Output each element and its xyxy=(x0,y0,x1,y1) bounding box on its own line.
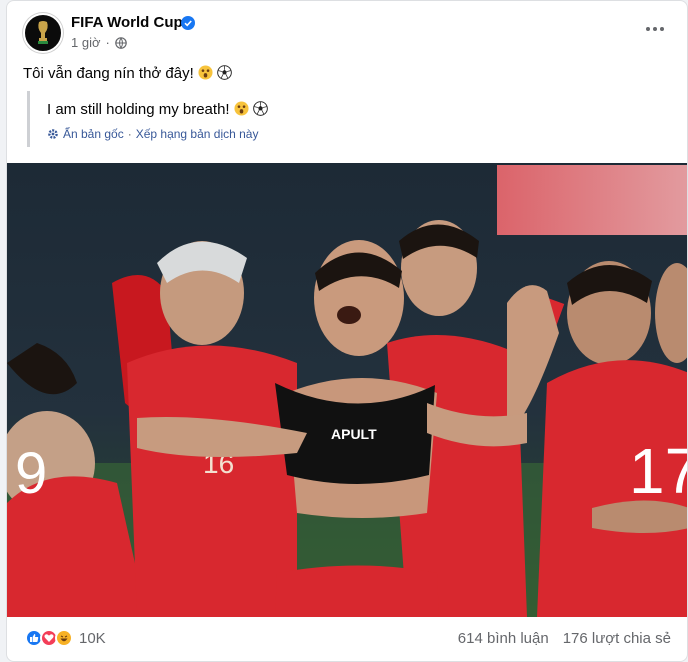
page-name[interactable]: FIFA World Cup xyxy=(71,14,183,31)
reaction-count: 10K xyxy=(79,629,106,647)
jersey-number-right: 17 xyxy=(629,435,688,507)
reactions-summary[interactable]: 10K xyxy=(25,629,106,647)
link-separator: · xyxy=(127,127,132,141)
gear-icon[interactable] xyxy=(47,128,59,140)
post-caption: Tôi vẫn đang nín thở đây! xyxy=(23,65,232,82)
more-options-icon[interactable] xyxy=(641,19,669,39)
shares-count[interactable]: 176 lượt chia sẻ xyxy=(563,630,671,647)
meta-separator: · xyxy=(105,35,110,50)
post-meta: 1 giờ · xyxy=(71,35,127,50)
hide-original-link[interactable]: Ẩn bản gốc xyxy=(63,127,124,141)
jersey-number-left: 9 xyxy=(15,441,47,506)
post-photo[interactable]: 9 16 APULT 1 xyxy=(7,163,688,617)
soccer-ball-emoji xyxy=(253,101,268,116)
page-avatar[interactable] xyxy=(23,13,63,53)
translated-text: I am still holding my breath! xyxy=(47,101,268,118)
translation-block: I am still holding my breath! Ẩn bản gốc… xyxy=(27,91,667,147)
astonished-face-emoji xyxy=(234,101,249,116)
engagement-stats: 614 bình luận 176 lượt chia sẻ xyxy=(458,630,671,647)
post-time[interactable]: 1 giờ xyxy=(71,35,101,50)
translation-links: Ẩn bản gốc · Xếp hạng bản dịch này xyxy=(47,127,258,141)
celebration-photo-illustration: 9 16 APULT 1 xyxy=(7,163,688,617)
facebook-post: FIFA World Cup 1 giờ · Tôi vẫn đang nín … xyxy=(6,0,688,662)
caption-text: Tôi vẫn đang nín thở đây! xyxy=(23,65,194,82)
post-footer: 10K 614 bình luận 176 lượt chia sẻ xyxy=(7,617,687,661)
astonished-face-emoji xyxy=(198,65,213,80)
haha-icon xyxy=(55,629,73,647)
trophy-logo-icon xyxy=(38,21,48,44)
globe-icon xyxy=(115,36,127,49)
sponsor-text: APULT xyxy=(331,426,377,442)
rate-translation-link[interactable]: Xếp hạng bản dịch này xyxy=(136,127,259,141)
translated-caption: I am still holding my breath! xyxy=(47,101,230,118)
soccer-ball-emoji xyxy=(217,65,232,80)
verified-badge-icon xyxy=(181,16,195,30)
comments-count[interactable]: 614 bình luận xyxy=(458,630,549,647)
post-header: FIFA World Cup 1 giờ · xyxy=(7,1,687,61)
